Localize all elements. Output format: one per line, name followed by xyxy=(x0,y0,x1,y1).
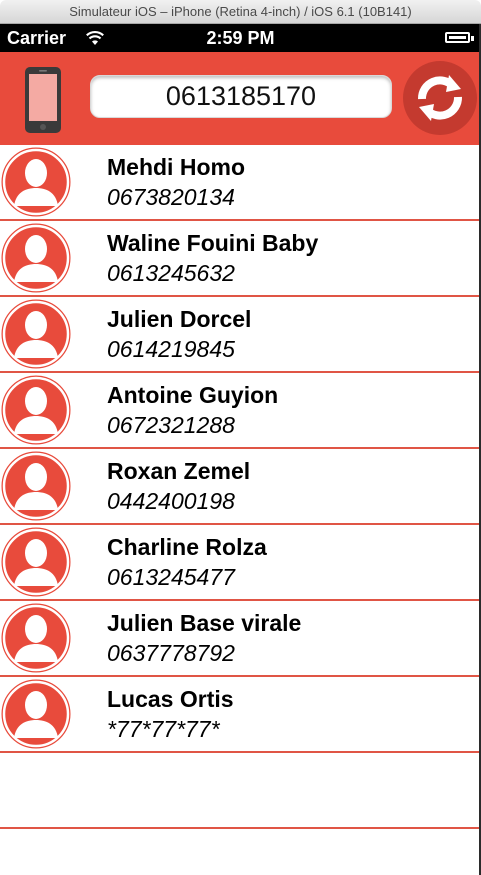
contact-name: Julien Dorcel xyxy=(107,306,252,332)
contact-row[interactable]: Lucas Ortis *77*77*77* xyxy=(0,677,481,753)
contact-name: Roxan Zemel xyxy=(107,458,251,484)
battery-tip xyxy=(471,36,474,41)
contact-row[interactable]: Charline Rolza 0613245477 xyxy=(0,525,481,601)
refresh-button[interactable] xyxy=(403,61,477,135)
contact-phone: 0613245632 xyxy=(107,260,235,286)
avatar-placeholder-icon xyxy=(1,375,71,445)
avatar-placeholder-icon xyxy=(1,147,71,217)
contact-phone: 0637778792 xyxy=(107,640,235,666)
phone-icon xyxy=(25,67,61,133)
battery-icon xyxy=(445,32,470,43)
header-bar: 0613185170 xyxy=(0,52,481,145)
empty-row xyxy=(0,753,481,829)
contact-phone: 0614219845 xyxy=(107,336,235,362)
contact-name: Mehdi Homo xyxy=(107,154,245,180)
avatar-placeholder-icon xyxy=(1,223,71,293)
avatar-placeholder-icon xyxy=(1,527,71,597)
contact-name: Waline Fouini Baby xyxy=(107,230,319,256)
contact-row[interactable]: Mehdi Homo 0673820134 xyxy=(0,145,481,221)
contact-name: Lucas Ortis xyxy=(107,686,234,712)
status-bar: Carrier 2:59 PM xyxy=(0,24,481,52)
avatar-placeholder-icon xyxy=(1,451,71,521)
contact-phone: 0672321288 xyxy=(107,412,235,438)
contact-phone: 0673820134 xyxy=(107,184,235,210)
contact-name: Charline Rolza xyxy=(107,534,267,560)
contact-row[interactable]: Antoine Guyion 0672321288 xyxy=(0,373,481,449)
refresh-icon xyxy=(418,75,462,121)
contact-row[interactable]: Waline Fouini Baby 0613245632 xyxy=(0,221,481,297)
avatar-placeholder-icon xyxy=(1,679,71,749)
window-title: Simulateur iOS – iPhone (Retina 4-inch) … xyxy=(69,4,412,19)
contact-phone: 0442400198 xyxy=(107,488,235,514)
contact-row[interactable]: Roxan Zemel 0442400198 xyxy=(0,449,481,525)
avatar-placeholder-icon xyxy=(1,603,71,673)
contact-row[interactable]: Julien Base virale 0637778792 xyxy=(0,601,481,677)
phone-number-field[interactable]: 0613185170 xyxy=(90,75,392,118)
window-title-bar: Simulateur iOS – iPhone (Retina 4-inch) … xyxy=(0,0,481,24)
contact-phone: *77*77*77* xyxy=(107,716,220,742)
contact-name: Julien Base virale xyxy=(107,610,302,636)
phone-number-value: 0613185170 xyxy=(165,81,317,111)
status-time: 2:59 PM xyxy=(206,28,275,48)
contact-name: Antoine Guyion xyxy=(107,382,279,408)
avatar-placeholder-icon xyxy=(1,299,71,369)
contact-phone: 0613245477 xyxy=(107,564,235,590)
contact-row[interactable]: Julien Dorcel 0614219845 xyxy=(0,297,481,373)
contact-list: Mehdi Homo 0673820134 Waline Fouini Baby… xyxy=(0,145,481,829)
